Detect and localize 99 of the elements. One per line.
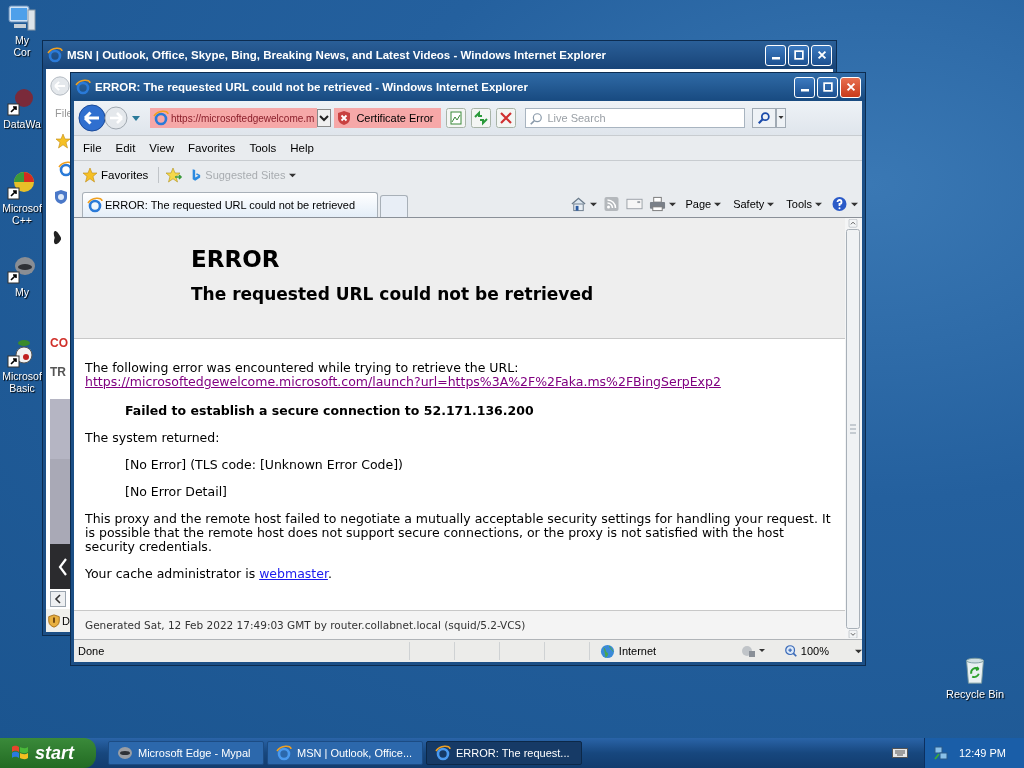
taskbar-button[interactable]: ERROR: The request... xyxy=(426,741,582,765)
command-menu-button[interactable]: Page xyxy=(682,198,725,210)
search-icon xyxy=(757,111,772,125)
error-detail: [No Error Detail] xyxy=(125,485,227,499)
error-subheading: The requested URL could not be retrieved xyxy=(191,284,594,304)
error-intro: The following error was encountered while trying to retrieve the URL: xyxy=(85,361,519,375)
minimize-icon xyxy=(800,89,809,92)
desktop-icon-label: Microsof Basic xyxy=(1,370,43,394)
back-button[interactable] xyxy=(78,104,106,132)
taskbar-button[interactable]: Microsoft Edge - Mypal xyxy=(108,741,264,765)
close-icon xyxy=(844,81,857,93)
error-heading: ERROR xyxy=(191,246,280,272)
desktop-icon-label: Microsof C++ xyxy=(1,202,43,226)
window-title: ERROR: The requested URL could not be retrieved - Windows Internet Explorer xyxy=(95,81,529,93)
caret-icon[interactable] xyxy=(669,200,677,208)
menu-item[interactable]: Favorites xyxy=(183,142,241,154)
failure-message: Failed to establish a secure connection to 52.171.136.200 xyxy=(125,403,534,418)
minimize-button[interactable] xyxy=(794,76,815,98)
webmaster-link[interactable]: webmaster xyxy=(259,566,328,581)
maximize-button[interactable] xyxy=(817,76,838,98)
headline-fragment: TR xyxy=(50,365,66,379)
browser-logo-icon xyxy=(47,47,63,63)
menu-item[interactable]: Tools xyxy=(244,142,282,154)
menu-item[interactable]: File xyxy=(78,142,107,154)
address-field[interactable]: https://microsoftedgewelcome.m xyxy=(150,108,318,128)
menu-item[interactable]: Edit xyxy=(110,142,141,154)
desktop-icon-label: Recycle Bin xyxy=(945,688,1005,700)
bing-logo-icon xyxy=(191,168,202,182)
network-icon[interactable] xyxy=(932,745,949,761)
browser-logo-icon xyxy=(87,197,103,213)
url-link[interactable]: https://microsoftedgewelcome.microsoft.com/launch?url=https%3A%2F%2Faka.ms%2FBingSerpExp2 xyxy=(85,375,721,389)
search-button[interactable] xyxy=(752,108,777,128)
search-options-icon[interactable] xyxy=(776,108,787,128)
clock-text: 12:49 PM xyxy=(958,747,1006,759)
scroll-up-button[interactable] xyxy=(845,219,861,228)
browser-logo-icon xyxy=(75,79,91,95)
print-icon[interactable] xyxy=(649,196,667,212)
scroll-left-button[interactable] xyxy=(50,591,66,607)
caret-icon xyxy=(767,200,775,208)
zoom-icon xyxy=(783,644,798,658)
desktop-icon-label: My Cor xyxy=(12,34,32,58)
shield-icon xyxy=(336,110,353,126)
caret-icon xyxy=(815,200,822,208)
search-field[interactable]: Live Search xyxy=(525,108,746,128)
keyboard-icon[interactable] xyxy=(891,747,908,759)
maximize-icon xyxy=(792,49,805,61)
caret-icon[interactable] xyxy=(590,200,598,208)
stop-button[interactable] xyxy=(496,108,517,128)
menu-item[interactable]: Help xyxy=(285,142,319,154)
maximize-icon xyxy=(821,81,834,93)
desktop-icon-label: DataWa xyxy=(2,118,42,130)
desktop-app-icon[interactable] xyxy=(6,254,38,286)
compatibility-view-button[interactable] xyxy=(446,108,467,128)
caret-icon[interactable] xyxy=(851,200,858,208)
home-icon[interactable] xyxy=(570,196,588,212)
globe-icon xyxy=(599,643,615,659)
star-icon xyxy=(82,167,98,183)
status-text: Done xyxy=(77,645,106,657)
command-menu-button[interactable]: Safety xyxy=(730,198,778,210)
command-menu-button[interactable]: Tools xyxy=(783,198,825,210)
raccoon-icon xyxy=(117,745,133,761)
star-icon[interactable] xyxy=(55,133,71,149)
browser-logo-icon xyxy=(276,745,292,761)
close-icon xyxy=(815,49,828,61)
desktop-icon-label: My xyxy=(14,286,30,298)
caret-icon xyxy=(714,200,722,208)
protected-mode-icon[interactable] xyxy=(739,643,766,659)
certificate-error-button[interactable]: Certificate Error xyxy=(334,108,442,128)
zoom-button[interactable]: 100% xyxy=(777,643,835,659)
address-dropdown-button[interactable] xyxy=(317,109,332,127)
headline-fragment: CO xyxy=(50,336,68,350)
minimize-icon xyxy=(771,57,780,60)
refresh-button[interactable] xyxy=(471,108,492,128)
shield-icon[interactable] xyxy=(53,189,69,205)
taskbar-button[interactable]: MSN | Outlook, Office... xyxy=(267,741,423,765)
error-detail: [No Error] (TLS code: [Unknown Error Code]) xyxy=(125,458,403,472)
help-icon[interactable] xyxy=(831,196,848,212)
desktop-app-icon[interactable] xyxy=(6,2,38,34)
security-zone-text: Internet xyxy=(618,645,657,657)
page-footer: Generated Sat, 12 Feb 2022 17:49:03 GMT by router.collabnet.local (squid/5.2-VCS) xyxy=(74,610,845,639)
shield-icon xyxy=(47,614,61,628)
browser-logo-icon xyxy=(435,745,451,761)
start-button[interactable]: start xyxy=(0,738,96,768)
system-returned-label: The system returned: xyxy=(85,431,220,445)
history-dropdown-icon[interactable] xyxy=(131,113,141,123)
add-favorite-icon[interactable] xyxy=(165,167,184,183)
scroll-thumb[interactable] xyxy=(846,228,860,629)
caret-icon xyxy=(289,171,297,179)
zoom-dropdown-icon[interactable] xyxy=(855,647,862,655)
browser-logo-icon xyxy=(153,110,169,126)
favorites-button[interactable]: Favorites xyxy=(78,167,160,183)
search-icon xyxy=(529,112,544,126)
administrator-sentence: Your cache administrator is webmaster. xyxy=(85,567,332,581)
status-text: D xyxy=(62,615,70,627)
close-button[interactable] xyxy=(840,76,861,98)
menu-item[interactable]: View xyxy=(144,142,180,154)
browser-tab[interactable]: ERROR: The requested URL could not be retrieved xyxy=(82,192,378,217)
explanation-text: This proxy and the remote host failed to negotiate a mutually acceptable security settings for handling your request. It is possible that the remote host does not support secure connections, or the proxy is not satisfied with the host security credentials. xyxy=(85,512,832,554)
window-title: MSN | Outlook, Office, Skype, Bing, Breaking News, and Latest Videos - Windows Internet Explorer xyxy=(67,49,608,61)
